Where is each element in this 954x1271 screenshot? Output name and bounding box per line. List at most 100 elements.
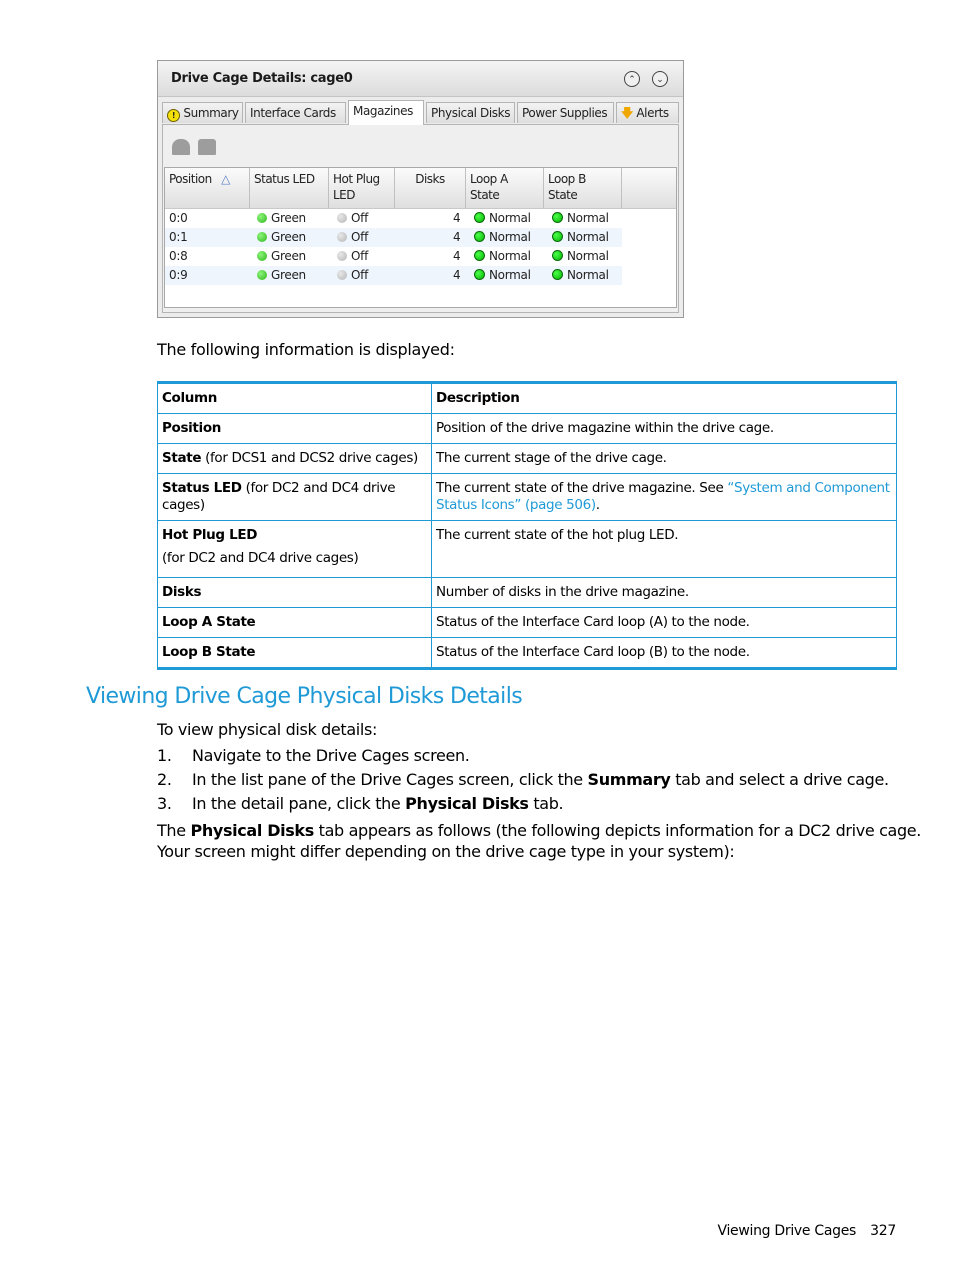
status-led-cell: Green (257, 247, 306, 266)
column-name-cell: State (for DCS1 and DCS2 drive cages) (157, 443, 432, 474)
step-text: Navigate to the Drive Cages screen. (192, 746, 470, 765)
description-text: The current state of the drive magazine.… (436, 480, 728, 496)
column-header-label: Position (169, 172, 212, 186)
tab-summary-label: Summary (183, 106, 239, 120)
off-led-icon (337, 232, 347, 242)
description-text: . (595, 497, 600, 513)
column-name-cell: Loop B State (157, 637, 432, 670)
magazine-locate-icon[interactable] (172, 139, 190, 155)
expand-down-icon[interactable]: ⌄ (652, 71, 668, 87)
table-row: Disks Number of disks in the drive magaz… (157, 577, 897, 608)
column-name: Disks (162, 584, 202, 600)
step-text-bold: Summary (587, 770, 671, 789)
column-name: Hot Plug LED (162, 527, 258, 543)
normal-status-icon (552, 212, 563, 223)
column-header-disks[interactable]: Disks (395, 168, 466, 208)
header-description: Description (431, 381, 897, 414)
loop-a-value: Normal (489, 249, 531, 263)
intro-text: The following information is displayed: (157, 340, 455, 359)
tab-power-supplies[interactable]: Power Supplies (517, 102, 614, 123)
column-header-label: State (470, 188, 500, 202)
paragraph-bold: Physical Disks (190, 821, 314, 840)
footer-section-title: Viewing Drive Cages (717, 1223, 857, 1239)
description-cell: Number of disks in the drive magazine. (431, 577, 897, 608)
column-header-label: Status LED (254, 172, 315, 186)
table-row: Hot Plug LED (for DC2 and DC4 drive cages… (157, 520, 897, 578)
step-text-bold: Physical Disks (405, 794, 529, 813)
green-led-icon (257, 232, 267, 242)
panel-title: Drive Cage Details: cage0 (171, 71, 353, 86)
normal-status-icon (474, 269, 485, 280)
magazine-icon[interactable] (198, 139, 216, 155)
step-number: 1. (157, 746, 172, 765)
status-led-cell: Green (257, 228, 306, 247)
description-cell: Status of the Interface Card loop (A) to… (431, 607, 897, 638)
normal-status-icon (474, 250, 485, 261)
loop-b-cell: Normal (552, 209, 609, 228)
loop-a-value: Normal (489, 211, 531, 225)
column-name: Loop A State (162, 614, 256, 630)
step-text-part: tab. (528, 794, 564, 813)
collapse-up-icon[interactable]: ⌃ (624, 71, 640, 87)
table-row: Position Position of the drive magazine … (157, 413, 897, 444)
table-row: Loop A State Status of the Interface Car… (157, 607, 897, 638)
status-led-cell: Green (257, 209, 306, 228)
hot-plug-led-value: Off (351, 268, 368, 282)
column-name-cell: Loop A State (157, 607, 432, 638)
table-row[interactable]: 0:9 Green Off 4 Normal Normal (165, 266, 622, 285)
column-header-loop-b[interactable]: Loop B State (544, 168, 622, 208)
step-text-part: In the detail pane, click the (192, 794, 406, 813)
magazines-grid: Position △ Status LED Hot Plug LED Disks … (164, 167, 677, 308)
header-column: Column (157, 381, 432, 414)
column-header-position[interactable]: Position △ (165, 168, 250, 208)
hot-plug-led-value: Off (351, 249, 368, 263)
tab-interface-cards[interactable]: Interface Cards (245, 102, 346, 123)
tab-alerts-label: Alerts (636, 106, 669, 120)
hot-plug-led-value: Off (351, 211, 368, 225)
column-header-loop-a[interactable]: Loop A State (466, 168, 544, 208)
loop-a-cell: Normal (474, 247, 531, 266)
tab-alerts[interactable]: 🡇 Alerts (616, 102, 679, 123)
table-row[interactable]: 0:1 Green Off 4 Normal Normal (165, 228, 622, 247)
disks-cell: 4 (453, 211, 461, 225)
normal-status-icon (474, 231, 485, 242)
column-name: Position (162, 420, 221, 436)
table-header-row: Column Description (157, 381, 897, 414)
normal-status-icon (552, 250, 563, 261)
column-qualifier: (for DC2 and DC4 drive cages) (162, 550, 359, 566)
column-header-label: Loop B (548, 172, 586, 186)
column-header-label: Hot Plug (333, 172, 380, 186)
drive-cage-details-panel: Drive Cage Details: cage0 ⌃ ⌄ ! Summary … (157, 60, 684, 318)
normal-status-icon (552, 231, 563, 242)
step-number: 2. (157, 770, 172, 789)
status-led-value: Green (271, 211, 306, 225)
step-item: 2. In the list pane of the Drive Cages s… (157, 770, 889, 789)
grid-header: Position △ Status LED Hot Plug LED Disks … (165, 168, 676, 209)
description-cell: Status of the Interface Card loop (B) to… (431, 637, 897, 670)
disks-cell: 4 (453, 230, 461, 244)
tab-physical-disks[interactable]: Physical Disks (426, 102, 515, 123)
normal-status-icon (474, 212, 485, 223)
magazines-tab-content: Position △ Status LED Hot Plug LED Disks … (162, 124, 679, 313)
green-led-icon (257, 213, 267, 223)
step-text: In the detail pane, click the Physical D… (192, 794, 564, 813)
column-name: Loop B State (162, 644, 256, 660)
step-text-part: In the list pane of the Drive Cages scre… (192, 770, 588, 789)
off-led-icon (337, 251, 347, 261)
column-name-cell: Position (157, 413, 432, 444)
step-text: In the list pane of the Drive Cages scre… (192, 770, 889, 789)
paragraph-line: Your screen might differ depending on th… (157, 842, 735, 861)
tab-summary[interactable]: ! Summary (162, 102, 243, 123)
status-led-value: Green (271, 230, 306, 244)
table-row[interactable]: 0:0 Green Off 4 Normal Normal (165, 209, 622, 228)
column-header-hot-plug-led[interactable]: Hot Plug LED (329, 168, 395, 208)
loop-b-cell: Normal (552, 228, 609, 247)
disks-cell: 4 (453, 268, 461, 282)
description-cell: Position of the drive magazine within th… (431, 413, 897, 444)
page-number: 327 (870, 1223, 896, 1239)
position-cell: 0:1 (169, 230, 188, 244)
table-row[interactable]: 0:8 Green Off 4 Normal Normal (165, 247, 622, 266)
tab-magazines[interactable]: Magazines (348, 100, 424, 125)
position-cell: 0:0 (169, 211, 188, 225)
column-header-status-led[interactable]: Status LED (250, 168, 329, 208)
